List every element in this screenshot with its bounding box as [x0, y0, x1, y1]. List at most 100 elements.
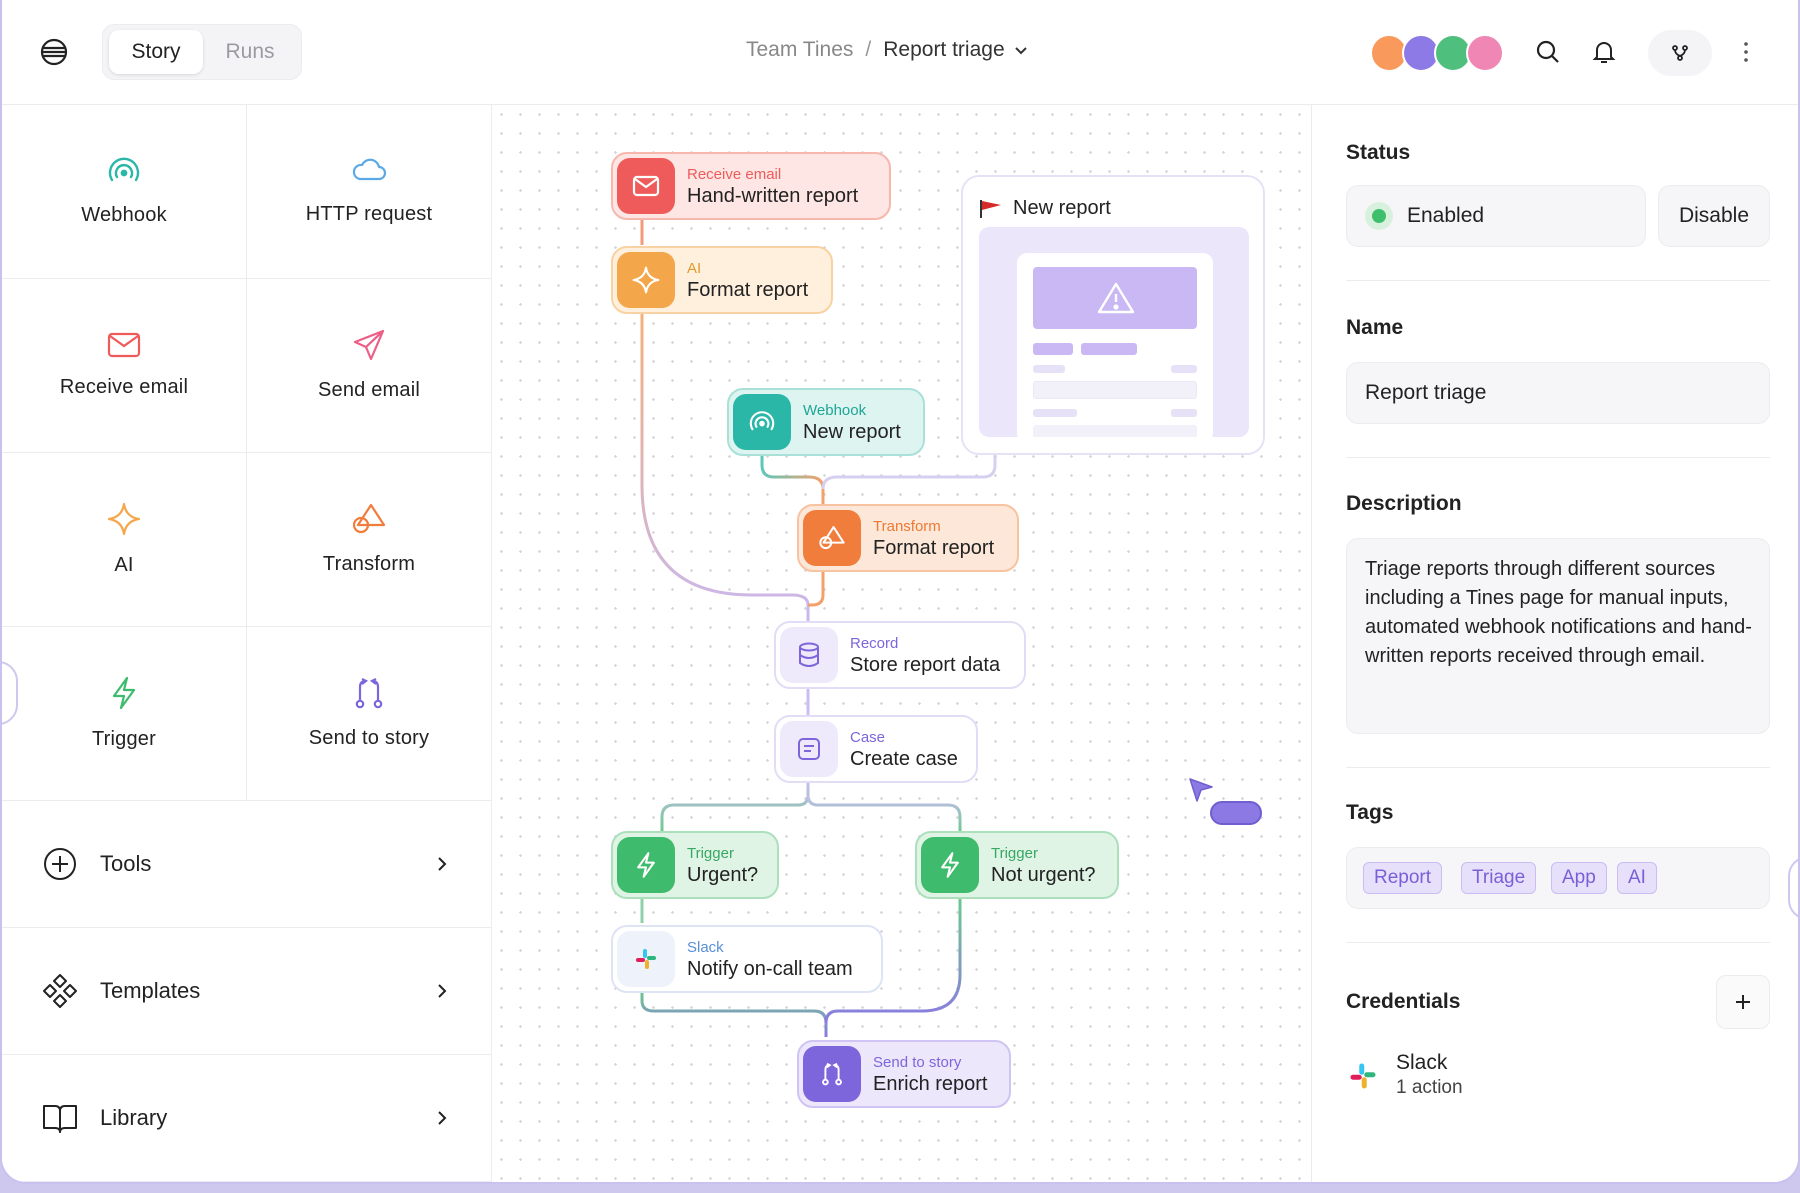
disable-button[interactable]: Disable: [1658, 185, 1770, 247]
breadcrumb-separator: /: [865, 38, 872, 61]
node-case[interactable]: Case Create case: [774, 715, 978, 783]
page-thumbnail: [979, 227, 1249, 437]
palette-ai[interactable]: AI: [2, 453, 247, 627]
description-heading: Description: [1346, 492, 1462, 515]
nav-tools[interactable]: Tools: [2, 801, 492, 928]
node-title: Store report data: [850, 654, 1001, 676]
nav-library[interactable]: Library: [2, 1055, 492, 1182]
palette-trigger[interactable]: Trigger: [2, 627, 247, 801]
tile-label: Send to story: [308, 727, 430, 749]
node-ai[interactable]: AI Format report: [611, 246, 833, 314]
node-type: Receive email: [687, 166, 782, 183]
status-heading: Status: [1346, 141, 1411, 164]
palette-receive-email[interactable]: Receive email: [2, 279, 247, 453]
node-trigger-not-urgent[interactable]: Trigger Not urgent?: [915, 831, 1119, 899]
send-icon: [353, 329, 385, 361]
mail-icon: [617, 158, 675, 214]
node-trigger-urgent[interactable]: Trigger Urgent?: [611, 831, 779, 899]
palette-transform[interactable]: Transform: [247, 453, 492, 627]
tag-app[interactable]: App: [1551, 862, 1607, 894]
tab-runs[interactable]: Runs: [203, 30, 297, 74]
bolt-icon: [921, 837, 979, 893]
node-transform[interactable]: Transform Format report: [797, 504, 1019, 572]
collaborator-cursor-icon: [1189, 778, 1213, 802]
tag-report[interactable]: Report: [1363, 862, 1443, 894]
cloud-icon: [352, 158, 387, 181]
warning-icon: [1097, 282, 1135, 314]
story-canvas[interactable]: Receive email Hand-written report AI For…: [492, 105, 1312, 1182]
node-type: Case: [850, 729, 886, 746]
credential-detail: 1 action: [1396, 1077, 1463, 1098]
name-field[interactable]: Report triage: [1346, 362, 1770, 424]
node-send-to-story[interactable]: Send to story Enrich report: [797, 1040, 1011, 1108]
node-type: Slack: [687, 939, 724, 956]
book-icon: [43, 1105, 77, 1133]
page-preview-card[interactable]: New report: [961, 175, 1265, 455]
avatar[interactable]: [1466, 34, 1504, 72]
description-field[interactable]: Triage reports through different sources…: [1346, 538, 1770, 734]
nav-label: Tools: [100, 851, 152, 876]
tags-field[interactable]: Report Triage App AI: [1346, 847, 1770, 909]
bell-icon[interactable]: [1590, 38, 1618, 66]
node-title: Create case: [850, 748, 958, 770]
case-icon: [780, 721, 838, 777]
shapes-icon: [352, 503, 386, 534]
palette-http-request[interactable]: HTTP request: [247, 105, 492, 279]
node-record[interactable]: Record Store report data: [774, 621, 1026, 689]
story-icon: [355, 678, 383, 709]
more-vertical-icon[interactable]: [1736, 38, 1764, 66]
palette-send-to-story[interactable]: Send to story: [247, 627, 492, 801]
node-receive-email[interactable]: Receive email Hand-written report: [611, 152, 891, 220]
story-runs-tabs: Story Runs: [102, 24, 302, 80]
nav-label: Templates: [100, 978, 201, 1003]
name-value: Report triage: [1365, 381, 1487, 404]
breadcrumb: Team Tines / Report triage: [746, 38, 1029, 62]
node-title: Format report: [687, 279, 809, 301]
collaborator-avatars: [1370, 34, 1504, 72]
breadcrumb-story[interactable]: Report triage: [883, 38, 1004, 62]
nav-templates[interactable]: Templates: [2, 928, 492, 1055]
slack-icon: [1350, 1063, 1376, 1089]
status-indicator: Enabled: [1346, 185, 1646, 247]
bolt-icon: [112, 676, 136, 710]
node-title: Enrich report: [873, 1073, 988, 1095]
search-icon[interactable]: [1534, 38, 1562, 66]
node-title: Urgent?: [687, 864, 759, 886]
tile-label: Send email: [317, 379, 421, 401]
tile-label: AI: [114, 554, 134, 576]
node-slack[interactable]: Slack Notify on-call team: [611, 925, 883, 993]
palette-send-email[interactable]: Send email: [247, 279, 492, 453]
name-heading: Name: [1346, 316, 1404, 339]
tag-ai[interactable]: AI: [1617, 862, 1657, 894]
status-value: Enabled: [1407, 204, 1485, 227]
properties-panel: Status Enabled Disable Name Report triag…: [1312, 105, 1798, 1182]
webhook-icon: [108, 157, 140, 182]
plus-circle-icon: [44, 848, 76, 880]
palette-webhook[interactable]: Webhook: [2, 105, 247, 279]
tab-story[interactable]: Story: [109, 30, 203, 74]
chevron-down-icon[interactable]: [1013, 42, 1029, 58]
tile-label: HTTP request: [305, 203, 433, 225]
add-credential-button[interactable]: [1716, 975, 1770, 1029]
templates-icon: [43, 974, 77, 1008]
bolt-icon: [617, 837, 675, 893]
node-webhook[interactable]: Webhook New report: [727, 388, 925, 456]
nav-label: Library: [100, 1105, 168, 1130]
tags-heading: Tags: [1346, 801, 1394, 824]
breadcrumb-team[interactable]: Team Tines: [746, 38, 853, 62]
tile-label: Trigger: [91, 728, 156, 750]
database-icon: [780, 627, 838, 683]
tile-label: Webhook: [81, 204, 167, 226]
node-type: Send to story: [873, 1054, 962, 1071]
shapes-icon: [803, 510, 861, 566]
tag-triage[interactable]: Triage: [1461, 862, 1537, 894]
top-bar: Story Runs Team Tines / Report triage: [2, 0, 1798, 105]
tile-label: Transform: [322, 553, 416, 575]
tines-logo-icon[interactable]: [38, 36, 70, 68]
chevron-right-icon: [438, 857, 447, 871]
branch-button[interactable]: [1648, 30, 1712, 76]
node-type: Webhook: [803, 402, 867, 419]
node-title: Not urgent?: [991, 864, 1096, 886]
node-type: Transform: [873, 518, 941, 535]
tile-label: Receive email: [59, 376, 189, 398]
